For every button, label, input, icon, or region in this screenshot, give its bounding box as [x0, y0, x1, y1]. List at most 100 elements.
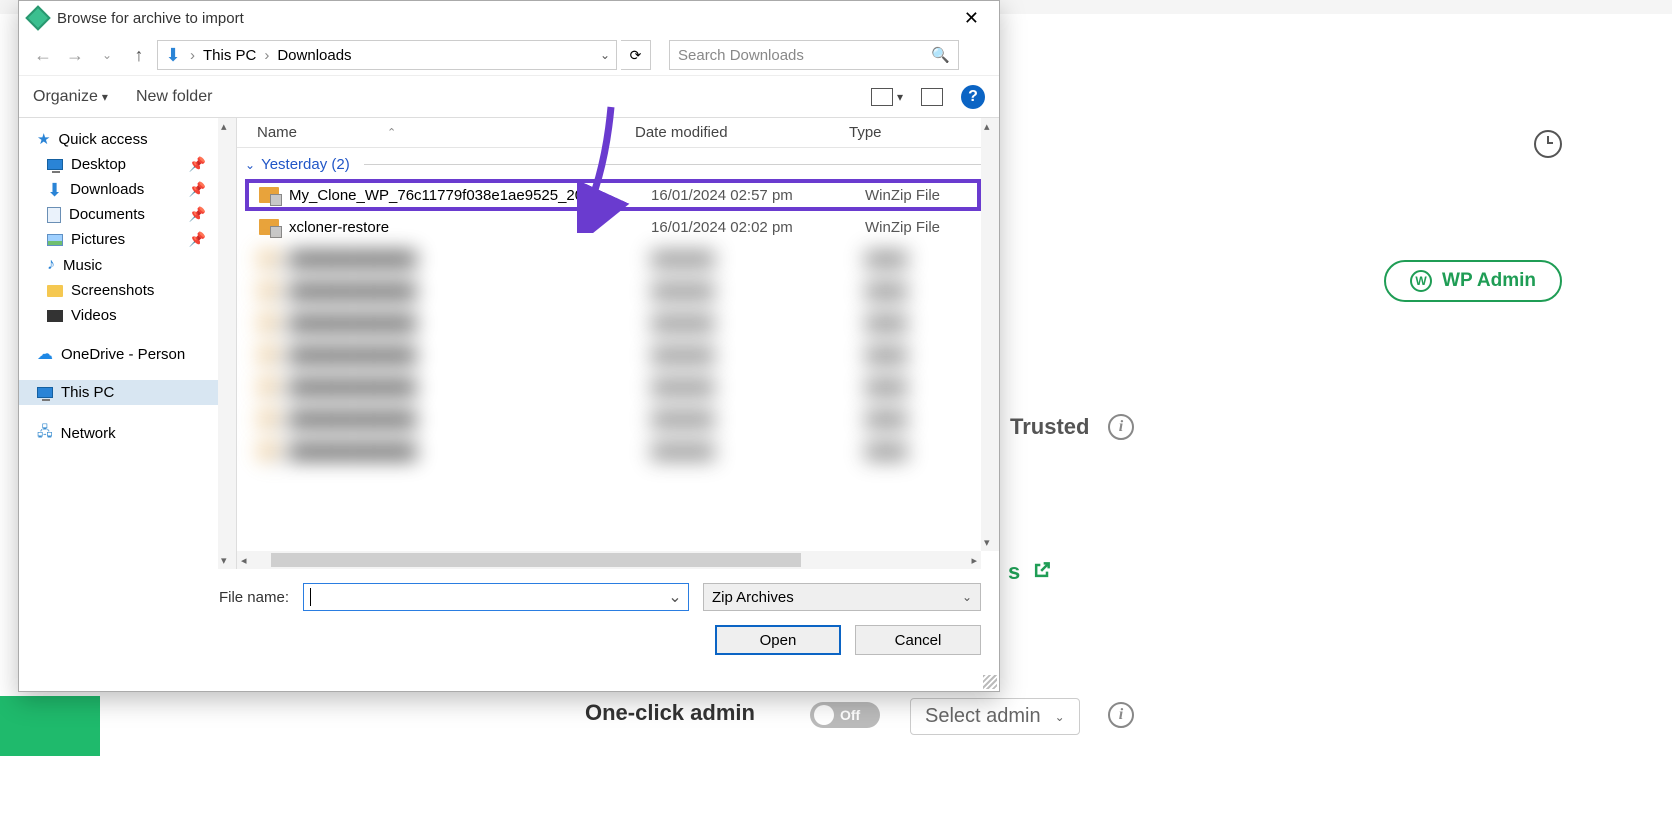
- group-header[interactable]: ⌄ Yesterday (2): [237, 148, 999, 179]
- file-row-blurred: ██████████████████████: [237, 275, 999, 307]
- sidebar-label: Desktop: [71, 156, 126, 173]
- sidebar-item-screenshots[interactable]: Screenshots: [19, 278, 236, 303]
- col-date[interactable]: Date modified: [635, 124, 849, 141]
- sidebar-label: Music: [63, 257, 102, 274]
- sidebar-label: This PC: [61, 384, 114, 401]
- pc-icon: [37, 387, 53, 398]
- file-type: WinZip File: [865, 219, 940, 236]
- group-label: Yesterday (2): [261, 156, 350, 173]
- folder-icon: [47, 285, 63, 297]
- select-admin-label: Select admin: [925, 705, 1041, 728]
- help-button[interactable]: ?: [961, 85, 985, 109]
- col-name-label: Name: [257, 124, 297, 141]
- col-name[interactable]: Name ⌃: [257, 124, 635, 141]
- sidebar-item-music[interactable]: ♪ Music: [19, 252, 236, 278]
- search-input[interactable]: Search Downloads 🔍: [669, 40, 959, 70]
- resize-grip[interactable]: [983, 675, 997, 689]
- preview-pane-button[interactable]: [921, 88, 943, 106]
- link-fragment[interactable]: s: [1008, 559, 1020, 585]
- sidebar-onedrive[interactable]: ☁ OneDrive - Person: [19, 340, 236, 368]
- network-icon: 🖧: [37, 421, 53, 445]
- archive-icon: [259, 219, 279, 235]
- sidebar-label: Downloads: [70, 181, 144, 198]
- file-date: 16/01/2024 02:02 pm: [651, 219, 865, 236]
- dialog-title: Browse for archive to import: [57, 10, 244, 27]
- nav-bar: ← → ⌄ ↑ ⬇ › This PC › Downloads ⌄ ⟳ Sear…: [19, 35, 999, 75]
- chevron-down-icon: ⌄: [245, 158, 255, 172]
- chevron-down-icon: ▾: [897, 90, 903, 104]
- downloads-icon: ⬇: [164, 46, 182, 64]
- clock-icon: [1534, 130, 1562, 158]
- forward-button[interactable]: →: [61, 41, 89, 69]
- info-icon[interactable]: i: [1108, 702, 1134, 728]
- sidebar-item-pictures[interactable]: Pictures 📌: [19, 227, 236, 252]
- cancel-button[interactable]: Cancel: [855, 625, 981, 655]
- up-button[interactable]: ↑: [125, 41, 153, 69]
- pin-icon: 📌: [189, 181, 206, 198]
- main-area: ★ Quick access Desktop 📌 ⬇ Downloads 📌 D…: [19, 117, 999, 569]
- filename-label: File name:: [219, 589, 289, 606]
- col-type[interactable]: Type: [849, 124, 999, 141]
- sidebar-item-documents[interactable]: Documents 📌: [19, 202, 236, 227]
- file-row-blurred: ██████████████████████: [237, 339, 999, 371]
- back-button[interactable]: ←: [29, 41, 57, 69]
- list-vscrollbar[interactable]: [981, 118, 999, 551]
- filename-input[interactable]: ⌄: [303, 583, 689, 611]
- info-icon[interactable]: i: [1108, 414, 1134, 440]
- music-icon: ♪: [47, 256, 55, 274]
- column-headers: Name ⌃ Date modified Type: [237, 118, 999, 148]
- file-row-blurred: ██████████████████████: [237, 371, 999, 403]
- star-icon: ★: [37, 130, 50, 148]
- sidebar-quick-access[interactable]: ★ Quick access: [19, 126, 236, 152]
- archive-icon: [259, 187, 279, 203]
- file-name: xcloner-restore: [289, 219, 651, 236]
- select-admin-dropdown[interactable]: Select admin ⌄: [910, 698, 1080, 735]
- breadcrumb-current[interactable]: Downloads: [277, 47, 351, 64]
- sidebar-item-videos[interactable]: Videos: [19, 303, 236, 328]
- refresh-button[interactable]: ⟳: [621, 40, 651, 70]
- file-row-blurred: ██████████████████████: [237, 403, 999, 435]
- recent-dropdown[interactable]: ⌄: [93, 41, 121, 69]
- sidebar-this-pc[interactable]: This PC: [19, 380, 236, 405]
- sidebar-item-downloads[interactable]: ⬇ Downloads 📌: [19, 177, 236, 202]
- file-type-filter[interactable]: Zip Archives ⌄: [703, 583, 981, 611]
- hscroll-thumb[interactable]: [271, 553, 801, 567]
- view-menu[interactable]: ▾: [871, 88, 903, 106]
- titlebar: Browse for archive to import ✕: [19, 1, 999, 35]
- search-placeholder: Search Downloads: [678, 47, 804, 64]
- file-row-highlighted[interactable]: My_Clone_WP_76c11779f038e1ae9525_20... 1…: [245, 179, 981, 211]
- sidebar-label: Pictures: [71, 231, 125, 248]
- wordpress-icon: W: [1410, 270, 1432, 292]
- sidebar-label: Network: [61, 425, 116, 442]
- app-icon: [25, 5, 50, 30]
- sidebar-label: Screenshots: [71, 282, 154, 299]
- file-row-blurred: ██████████████████████: [237, 307, 999, 339]
- list-hscrollbar[interactable]: ◂ ▸: [237, 551, 981, 569]
- pin-icon: 📌: [189, 206, 206, 223]
- breadcrumb[interactable]: ⬇ › This PC › Downloads ⌄: [157, 40, 617, 70]
- pin-icon: 📌: [189, 156, 206, 173]
- toggle-state: Off: [840, 707, 860, 723]
- one-click-toggle[interactable]: Off: [810, 702, 880, 728]
- bg-green-sidebar: [0, 696, 100, 756]
- sidebar-item-desktop[interactable]: Desktop 📌: [19, 152, 236, 177]
- videos-icon: [47, 310, 63, 322]
- filter-label: Zip Archives: [712, 589, 794, 606]
- organize-menu[interactable]: Organize ▾: [33, 88, 108, 106]
- dialog-footer: File name: ⌄ Zip Archives ⌄ Open Cancel: [19, 569, 999, 667]
- sidebar-scrollbar[interactable]: [218, 118, 236, 569]
- file-row[interactable]: xcloner-restore 16/01/2024 02:02 pm WinZ…: [237, 211, 999, 243]
- new-folder-button[interactable]: New folder: [136, 88, 212, 106]
- wp-admin-button[interactable]: W WP Admin: [1384, 260, 1562, 302]
- filename-dropdown[interactable]: ⌄: [668, 587, 682, 607]
- new-folder-label: New folder: [136, 88, 212, 106]
- desktop-icon: [47, 159, 63, 170]
- view-icon: [871, 88, 893, 106]
- chevron-down-icon: ▾: [102, 90, 108, 104]
- toggle-knob: [814, 705, 834, 725]
- breadcrumb-root[interactable]: This PC: [203, 47, 256, 64]
- breadcrumb-dropdown[interactable]: ⌄: [600, 48, 610, 62]
- close-button[interactable]: ✕: [954, 4, 989, 33]
- sidebar-network[interactable]: 🖧 Network: [19, 417, 236, 449]
- open-button[interactable]: Open: [715, 625, 841, 655]
